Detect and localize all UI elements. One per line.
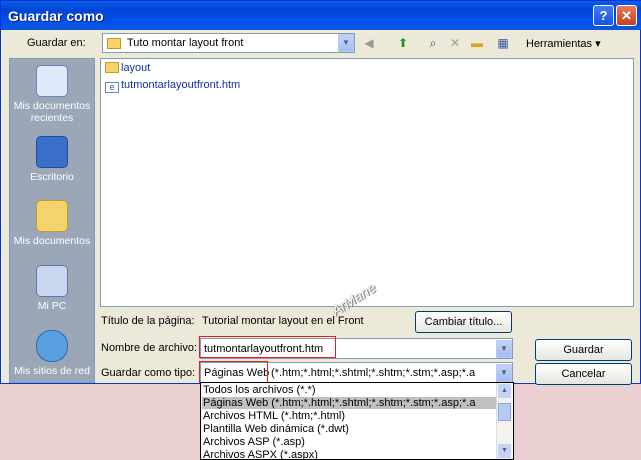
folder-icon: [107, 38, 121, 49]
desktop-icon: [36, 136, 68, 168]
help-button[interactable]: ?: [593, 5, 614, 26]
views-icon[interactable]: ▦: [493, 33, 513, 53]
place-desktop[interactable]: Escritorio: [10, 136, 94, 183]
place-my-pc-label: Mi PC: [37, 300, 67, 312]
list-item[interactable]: e tutmontarlayoutfront.htm: [105, 79, 240, 93]
back-icon[interactable]: ◀: [359, 33, 379, 53]
cancel-button[interactable]: Cancelar: [535, 363, 632, 385]
place-network-label: Mis sitios de red: [14, 365, 90, 377]
save-in-value: Tuto montar layout front: [127, 37, 244, 49]
title-bar[interactable]: Guardar como ? ✕: [1, 1, 641, 30]
filetype-label: Guardar como tipo:: [101, 367, 196, 379]
page-title-label: Título de la página:: [101, 315, 195, 327]
save-in-label: Guardar en:: [27, 37, 86, 49]
chevron-down-icon[interactable]: ▼: [496, 340, 512, 358]
change-title-button[interactable]: Cambiar título...: [415, 311, 512, 333]
delete-icon[interactable]: ✕: [445, 33, 465, 53]
ie-document-icon: e: [105, 82, 119, 93]
place-desktop-label: Escritorio: [30, 171, 74, 183]
filetype-option[interactable]: Archivos ASPX (*.aspx): [203, 449, 318, 459]
tools-menu[interactable]: Herramientas ▾: [526, 37, 601, 50]
window-title: Guardar como: [8, 8, 104, 24]
chevron-down-icon[interactable]: ▼: [338, 34, 354, 52]
my-documents-icon: [36, 200, 68, 232]
filename-label: Nombre de archivo:: [101, 342, 197, 354]
my-computer-icon: [36, 265, 68, 297]
filename-highlight: [199, 336, 336, 358]
file-name: tutmontarlayoutfront.htm: [121, 79, 241, 91]
new-folder-icon[interactable]: ▬: [467, 33, 487, 53]
filetype-option[interactable]: Archivos HTML (*.htm;*.html): [203, 410, 345, 422]
dropdown-scrollbar[interactable]: ▲ ▼: [496, 383, 512, 459]
close-button[interactable]: ✕: [616, 5, 637, 26]
file-name: layout: [121, 62, 151, 74]
up-folder-icon[interactable]: ⬆: [393, 33, 413, 53]
save-button[interactable]: Guardar: [535, 339, 632, 361]
save-in-combo[interactable]: Tuto montar layout front ▼: [102, 33, 355, 53]
filetype-option[interactable]: Plantilla Web dinámica (*.dwt): [203, 423, 349, 435]
place-my-pc[interactable]: Mi PC: [10, 265, 94, 312]
filetype-option[interactable]: Todos los archivos (*.*): [203, 384, 316, 396]
file-list[interactable]: layout e tutmontarlayoutfront.htm: [100, 58, 634, 307]
folder-icon: [105, 62, 119, 73]
scroll-thumb[interactable]: [498, 403, 511, 421]
scroll-up-icon[interactable]: ▲: [498, 384, 511, 398]
save-as-dialog: Guardar como ? ✕ Guardar en: Tuto montar…: [0, 0, 641, 385]
place-network[interactable]: Mis sitios de red: [10, 330, 94, 377]
filetype-highlight: [199, 361, 268, 383]
scroll-down-icon[interactable]: ▼: [498, 444, 511, 458]
place-my-documents-label: Mis documentos: [13, 235, 91, 247]
network-places-icon: [36, 330, 68, 362]
place-my-documents[interactable]: Mis documentos: [10, 200, 94, 247]
filetype-dropdown-list[interactable]: Todos los archivos (*.*) Páginas Web (*.…: [200, 382, 514, 460]
filetype-option-selected[interactable]: Páginas Web (*.htm;*.html;*.shtml;*.shtm…: [202, 397, 497, 409]
chevron-down-icon[interactable]: ▼: [496, 364, 512, 382]
place-recent-label: Mis documentos recientes: [13, 100, 91, 124]
place-recent[interactable]: Mis documentos recientes: [10, 65, 94, 124]
places-bar: Mis documentos recientes Escritorio Mis …: [9, 58, 95, 383]
filetype-value-tail: (*.htm;*.html;*.shtml;*.shtm;*.stm;*.asp…: [271, 367, 476, 379]
list-item[interactable]: layout: [105, 62, 150, 74]
recent-documents-icon: [36, 65, 68, 97]
tools-label: Herramientas: [526, 38, 593, 50]
filetype-option[interactable]: Archivos ASP (*.asp): [203, 436, 305, 448]
search-web-icon[interactable]: ⌕: [423, 33, 443, 53]
